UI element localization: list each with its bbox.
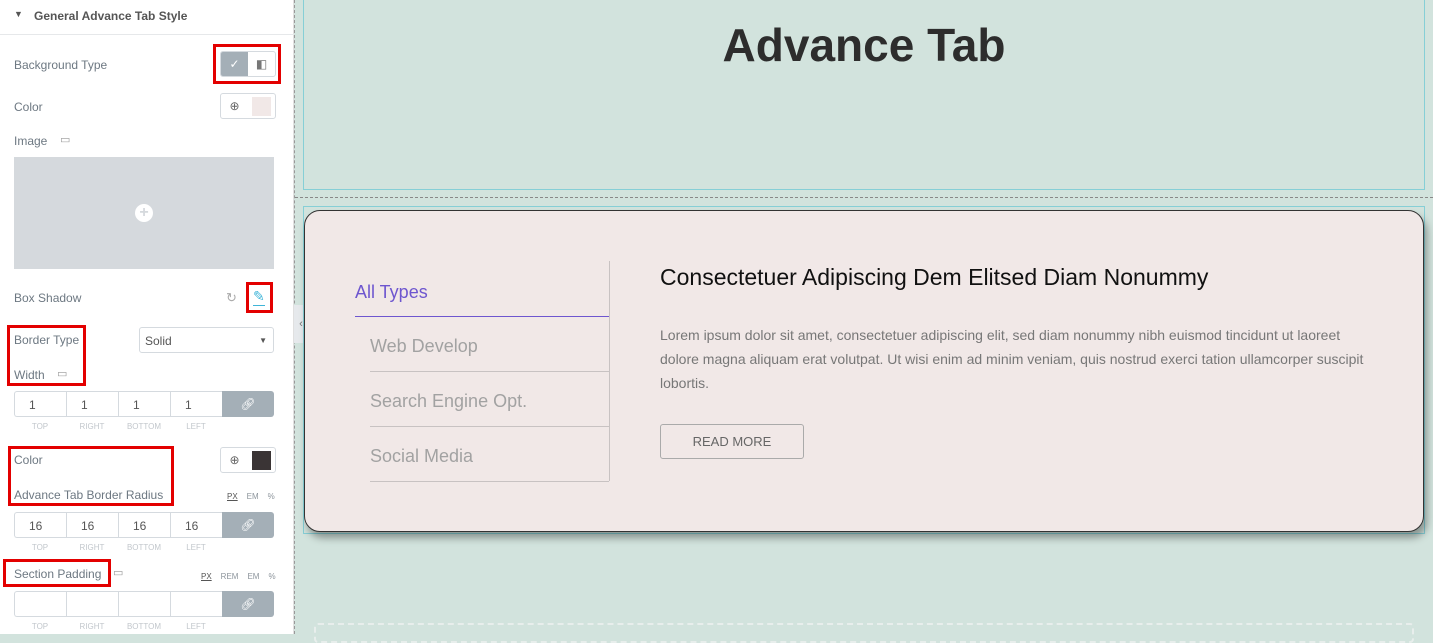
box-shadow-label: Box Shadow: [14, 291, 82, 305]
dim-label: BOTTOM: [126, 422, 162, 431]
padding-inputs: 🔗︎: [14, 591, 274, 617]
globe-icon[interactable]: ⊕: [221, 94, 248, 118]
content-title: Consectetuer Adipiscing Dem Elitsed Diam…: [660, 264, 1209, 290]
tab-label: All Types: [355, 282, 428, 302]
caret-down-icon: ▼: [14, 9, 23, 19]
unit-em[interactable]: EM: [247, 492, 259, 501]
radius-top-input[interactable]: 16: [14, 512, 66, 538]
unit-percent[interactable]: %: [268, 492, 275, 501]
dim-label: BOTTOM: [126, 543, 162, 552]
tab-label: Social Media: [370, 446, 474, 466]
padding-left-input[interactable]: [170, 591, 222, 617]
tab-social-media[interactable]: Social Media: [370, 427, 609, 482]
dim-label: RIGHT: [79, 622, 105, 631]
tab-divider: [609, 261, 610, 481]
dim-label: TOP: [31, 422, 49, 431]
link-values-icon[interactable]: 🔗︎: [222, 512, 274, 538]
tab-all-types[interactable]: All Types: [355, 262, 609, 317]
unit-em[interactable]: EM: [247, 572, 259, 581]
tab-search-engine-opt[interactable]: Search Engine Opt.: [370, 372, 609, 427]
width-inputs: 1 1 1 1 🔗︎: [14, 391, 274, 417]
add-section-area[interactable]: [314, 623, 1414, 643]
color-swatch[interactable]: [248, 94, 275, 118]
width-top-input[interactable]: 1: [14, 391, 66, 417]
chevron-down-icon: ▼: [259, 336, 267, 345]
dim-label: LEFT: [186, 422, 206, 431]
page-heading: Advance Tab: [722, 19, 1006, 71]
desktop-icon: ▭: [60, 134, 71, 146]
width-bottom-input[interactable]: 1: [118, 391, 170, 417]
content-text: Lorem ipsum dolor sit amet, consectetuer…: [660, 327, 1364, 391]
radius-inputs: 16 16 16 16 🔗︎: [14, 512, 274, 538]
globe-icon[interactable]: ⊕: [221, 448, 248, 472]
padding-top-input[interactable]: [14, 591, 66, 617]
section-header[interactable]: ▼ General Advance Tab Style: [0, 0, 294, 35]
dim-label: RIGHT: [79, 543, 105, 552]
unit-percent[interactable]: %: [268, 572, 275, 581]
tab-web-develop[interactable]: Web Develop: [370, 317, 609, 372]
width-right-input[interactable]: 1: [66, 391, 118, 417]
tab-label: Web Develop: [370, 336, 478, 356]
border-color-control: ⊕: [220, 447, 276, 473]
read-more-button[interactable]: READ MORE: [660, 424, 804, 459]
tab-label: Search Engine Opt.: [370, 391, 528, 411]
plus-icon: +: [135, 204, 153, 222]
dim-label: TOP: [31, 543, 49, 552]
style-panel: ▼ General Advance Tab Style Background T…: [0, 0, 294, 634]
color-swatch[interactable]: [248, 448, 275, 472]
desktop-icon: ▭: [113, 567, 124, 579]
section-title: General Advance Tab Style: [34, 9, 188, 23]
border-type-select[interactable]: Solid ▼: [139, 327, 274, 353]
dim-label: TOP: [31, 622, 49, 631]
reset-icon[interactable]: ↻: [226, 290, 237, 306]
section-separator: [295, 197, 1433, 198]
border-type-value: Solid: [145, 334, 172, 348]
image-picker[interactable]: +: [14, 157, 274, 269]
dim-label: LEFT: [186, 543, 206, 552]
color-control: ⊕: [220, 93, 276, 119]
padding-bottom-input[interactable]: [118, 591, 170, 617]
link-values-icon[interactable]: 🔗︎: [222, 391, 274, 417]
unit-rem[interactable]: REM: [221, 572, 239, 581]
unit-px[interactable]: PX: [227, 492, 238, 501]
radius-bottom-input[interactable]: 16: [118, 512, 170, 538]
radius-right-input[interactable]: 16: [66, 512, 118, 538]
background-type-label: Background Type: [14, 58, 108, 72]
image-label: Image: [14, 134, 48, 148]
color-label: Color: [14, 100, 43, 114]
dim-label: BOTTOM: [126, 622, 162, 631]
unit-px[interactable]: PX: [201, 572, 212, 581]
padding-right-input[interactable]: [66, 591, 118, 617]
width-left-input[interactable]: 1: [170, 391, 222, 417]
dim-label: LEFT: [186, 622, 206, 631]
link-values-icon[interactable]: 🔗︎: [222, 591, 274, 617]
radius-left-input[interactable]: 16: [170, 512, 222, 538]
dim-label: RIGHT: [79, 422, 105, 431]
